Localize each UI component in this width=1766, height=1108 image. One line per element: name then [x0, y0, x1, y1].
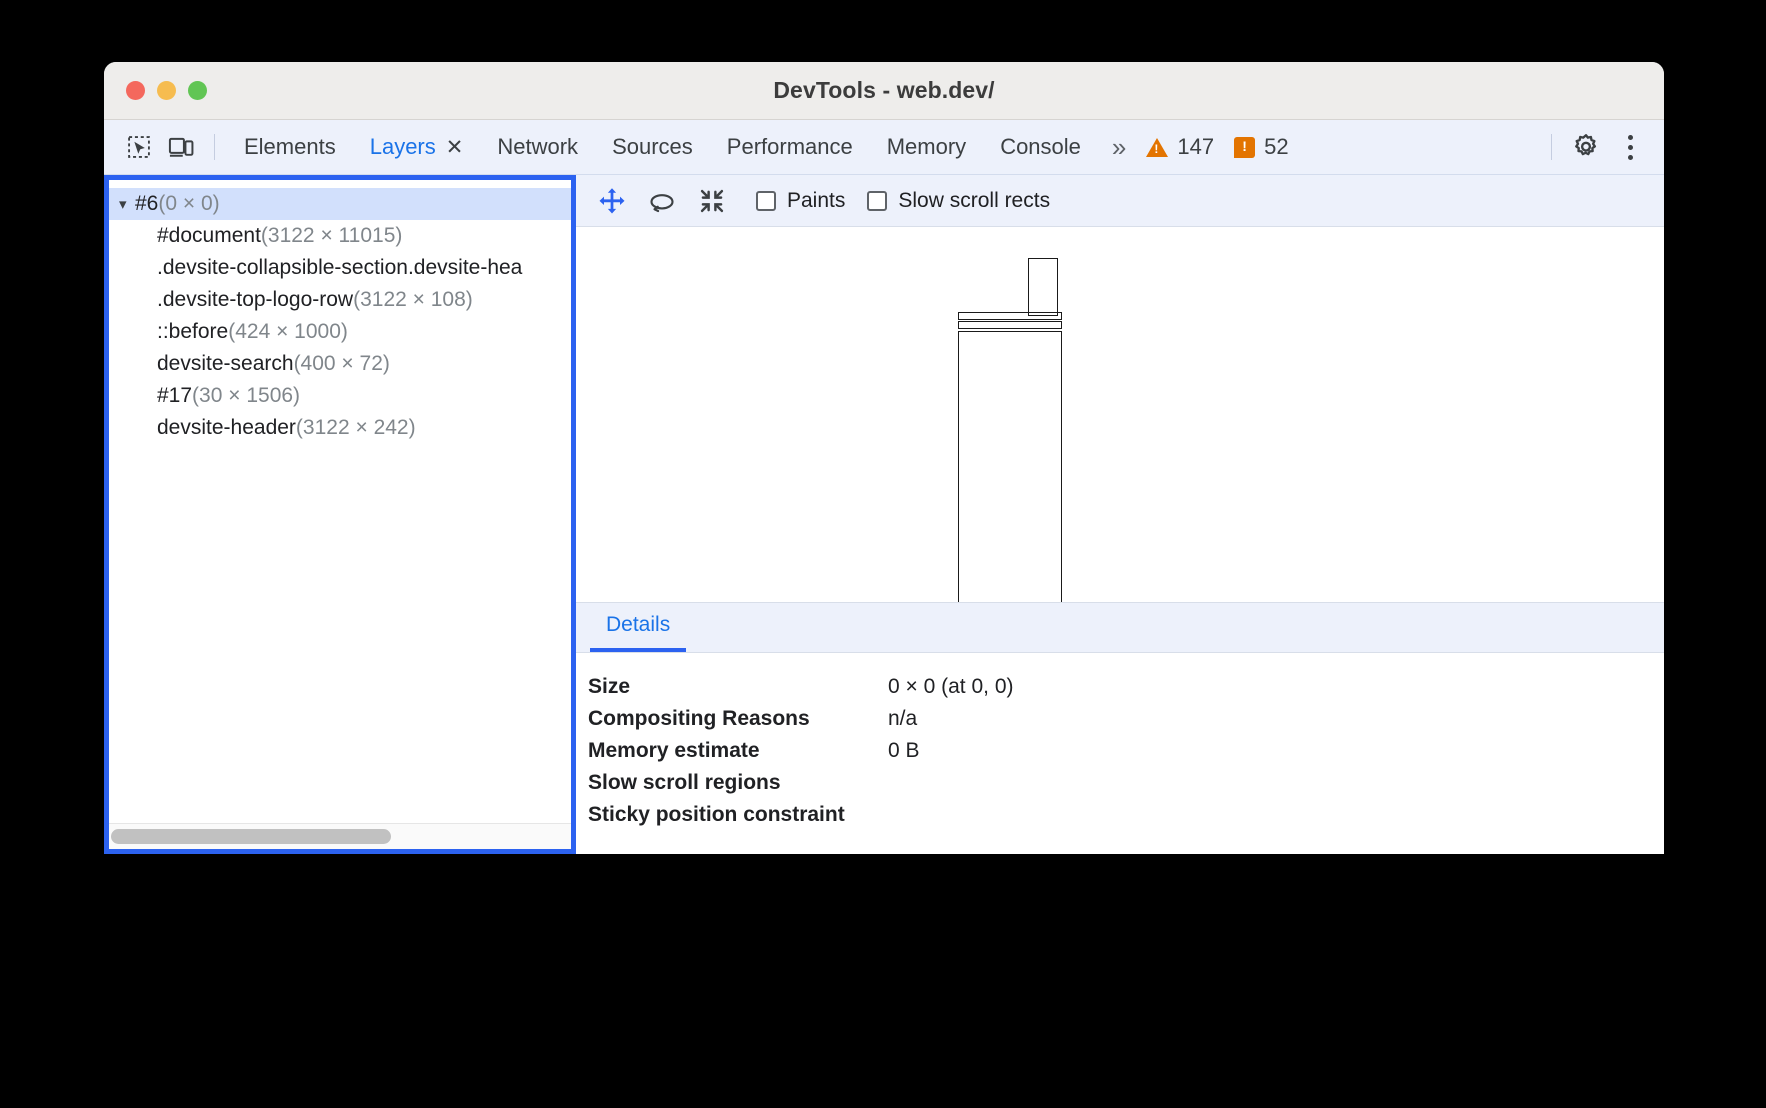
slow-scroll-rects-checkbox[interactable]: Slow scroll rects: [867, 189, 1050, 213]
warnings-count: 147: [1177, 134, 1214, 160]
details-tabbar: Details: [576, 603, 1664, 653]
paints-checkbox[interactable]: Paints: [756, 189, 845, 213]
kebab-menu-icon[interactable]: [1608, 125, 1652, 169]
layers-viewer-panel: Paints Slow scroll rects Details: [576, 175, 1664, 854]
tab-performance[interactable]: Performance: [710, 120, 870, 175]
layer-name: #17: [157, 384, 192, 408]
detail-key: Compositing Reasons: [588, 707, 888, 731]
tab-layers[interactable]: Layers ✕: [353, 120, 481, 175]
device-toolbar-icon[interactable]: [160, 126, 202, 168]
tab-label: Sources: [612, 134, 693, 160]
checkbox-box[interactable]: [756, 191, 776, 211]
detail-row: Compositing Reasons n/a: [588, 703, 1664, 735]
kebab-dot: [1628, 145, 1633, 150]
tab-label: Memory: [887, 134, 966, 160]
toolbar-divider: [214, 134, 215, 160]
detail-key: Memory estimate: [588, 739, 888, 763]
slow-scroll-rects-label: Slow scroll rects: [898, 189, 1050, 213]
tab-label: Elements: [244, 134, 336, 160]
rotate-tool-icon[interactable]: [640, 179, 684, 223]
layer-name: .devsite-top-logo-row: [157, 288, 353, 312]
detail-row: Size 0 × 0 (at 0, 0): [588, 671, 1664, 703]
detail-value: 0 B: [888, 739, 920, 763]
layer-dimensions: (3122 × 108): [353, 288, 473, 312]
kebab-dot: [1628, 155, 1633, 160]
layer-tree-row[interactable]: ::before (424 × 1000): [109, 316, 571, 348]
layers-3d-canvas[interactable]: [576, 227, 1664, 602]
warnings-counter[interactable]: 147: [1136, 134, 1224, 160]
layer-tree-row[interactable]: devsite-header (3122 × 242): [109, 412, 571, 444]
tab-label: Console: [1000, 134, 1081, 160]
detail-row: Slow scroll regions: [588, 767, 1664, 799]
checkbox-box[interactable]: [867, 191, 887, 211]
tabbar-right-controls: [1539, 125, 1664, 169]
issues-counter[interactable]: 52: [1224, 134, 1298, 160]
devtools-content: ▾ #6 (0 × 0) #document (3122 × 11015) .d…: [104, 175, 1664, 854]
close-icon[interactable]: ✕: [446, 137, 464, 158]
layer-tree-row[interactable]: .devsite-top-logo-row (3122 × 108): [109, 284, 571, 316]
layer-dimensions: (424 × 1000): [228, 320, 348, 344]
layer-name: #6: [135, 192, 158, 216]
chevron-down-icon[interactable]: ▾: [119, 197, 135, 212]
devtools-window: DevTools - web.dev/ Elements Layers ✕: [104, 62, 1664, 854]
layer-tree-row[interactable]: #document (3122 × 11015): [109, 220, 571, 252]
scrollbar-thumb[interactable]: [111, 829, 391, 844]
layer-name: #document: [157, 224, 261, 248]
layer-name: ::before: [157, 320, 228, 344]
toolbar-divider: [1551, 134, 1552, 160]
tab-label: Performance: [727, 134, 853, 160]
layer-name: .devsite-collapsible-section.devsite-hea: [157, 256, 522, 280]
layer-dimensions: (30 × 1506): [192, 384, 300, 408]
detail-key: Slow scroll regions: [588, 771, 888, 795]
tab-sources[interactable]: Sources: [595, 120, 710, 175]
tab-label: Network: [497, 134, 578, 160]
layer-name: devsite-header: [157, 416, 296, 440]
layer-tree-panel[interactable]: ▾ #6 (0 × 0) #document (3122 × 11015) .d…: [104, 175, 576, 854]
kebab-dot: [1628, 135, 1633, 140]
detail-row: Memory estimate 0 B: [588, 735, 1664, 767]
layer-outline-document[interactable]: [958, 331, 1062, 602]
layer-name: devsite-search: [157, 352, 294, 376]
layer-tree-row[interactable]: #17 (30 × 1506): [109, 380, 571, 412]
layers-viewer-toolbar: Paints Slow scroll rects: [576, 175, 1664, 227]
layer-dimensions: (0 × 0): [158, 192, 219, 216]
layer-outline-strip[interactable]: [958, 321, 1062, 329]
tab-details[interactable]: Details: [590, 613, 686, 652]
issue-icon: [1234, 137, 1255, 158]
layer-dimensions: (400 × 72): [294, 352, 390, 376]
tab-label: Layers: [370, 134, 436, 160]
window-title: DevTools - web.dev/: [104, 77, 1664, 104]
detail-value: n/a: [888, 707, 917, 731]
tab-network[interactable]: Network: [480, 120, 595, 175]
layer-dimensions: (3122 × 242): [296, 416, 416, 440]
layer-outline-small[interactable]: [1028, 258, 1058, 316]
layer-outline-strip[interactable]: [958, 312, 1062, 320]
more-tabs-icon[interactable]: »: [1098, 132, 1136, 163]
detail-row: Sticky position constraint: [588, 799, 1664, 831]
detail-key: Sticky position constraint: [588, 803, 888, 827]
paints-label: Paints: [787, 189, 845, 213]
tab-memory[interactable]: Memory: [870, 120, 983, 175]
layer-tree-row[interactable]: .devsite-collapsible-section.devsite-hea: [109, 252, 571, 284]
layer-tree-row[interactable]: devsite-search (400 × 72): [109, 348, 571, 380]
detail-value: 0 × 0 (at 0, 0): [888, 675, 1014, 699]
gear-icon[interactable]: [1564, 125, 1608, 169]
detail-key: Size: [588, 675, 888, 699]
tab-elements[interactable]: Elements: [227, 120, 353, 175]
layer-tree-row[interactable]: ▾ #6 (0 × 0): [109, 188, 571, 220]
devtools-tabbar: Elements Layers ✕ Network Sources Perfor…: [104, 120, 1664, 175]
warning-icon: [1146, 138, 1168, 157]
details-body: Size 0 × 0 (at 0, 0) Compositing Reasons…: [576, 653, 1664, 831]
window-titlebar: DevTools - web.dev/: [104, 62, 1664, 120]
horizontal-scrollbar[interactable]: [109, 823, 571, 849]
tab-console[interactable]: Console: [983, 120, 1098, 175]
reset-view-icon[interactable]: [690, 179, 734, 223]
inspect-element-icon[interactable]: [118, 126, 160, 168]
layer-tree-list[interactable]: ▾ #6 (0 × 0) #document (3122 × 11015) .d…: [109, 180, 571, 823]
pan-tool-icon[interactable]: [590, 179, 634, 223]
details-drawer: Details Size 0 × 0 (at 0, 0) Compositing…: [576, 602, 1664, 854]
issues-count: 52: [1264, 134, 1288, 160]
layer-dimensions: (3122 × 11015): [261, 224, 402, 248]
